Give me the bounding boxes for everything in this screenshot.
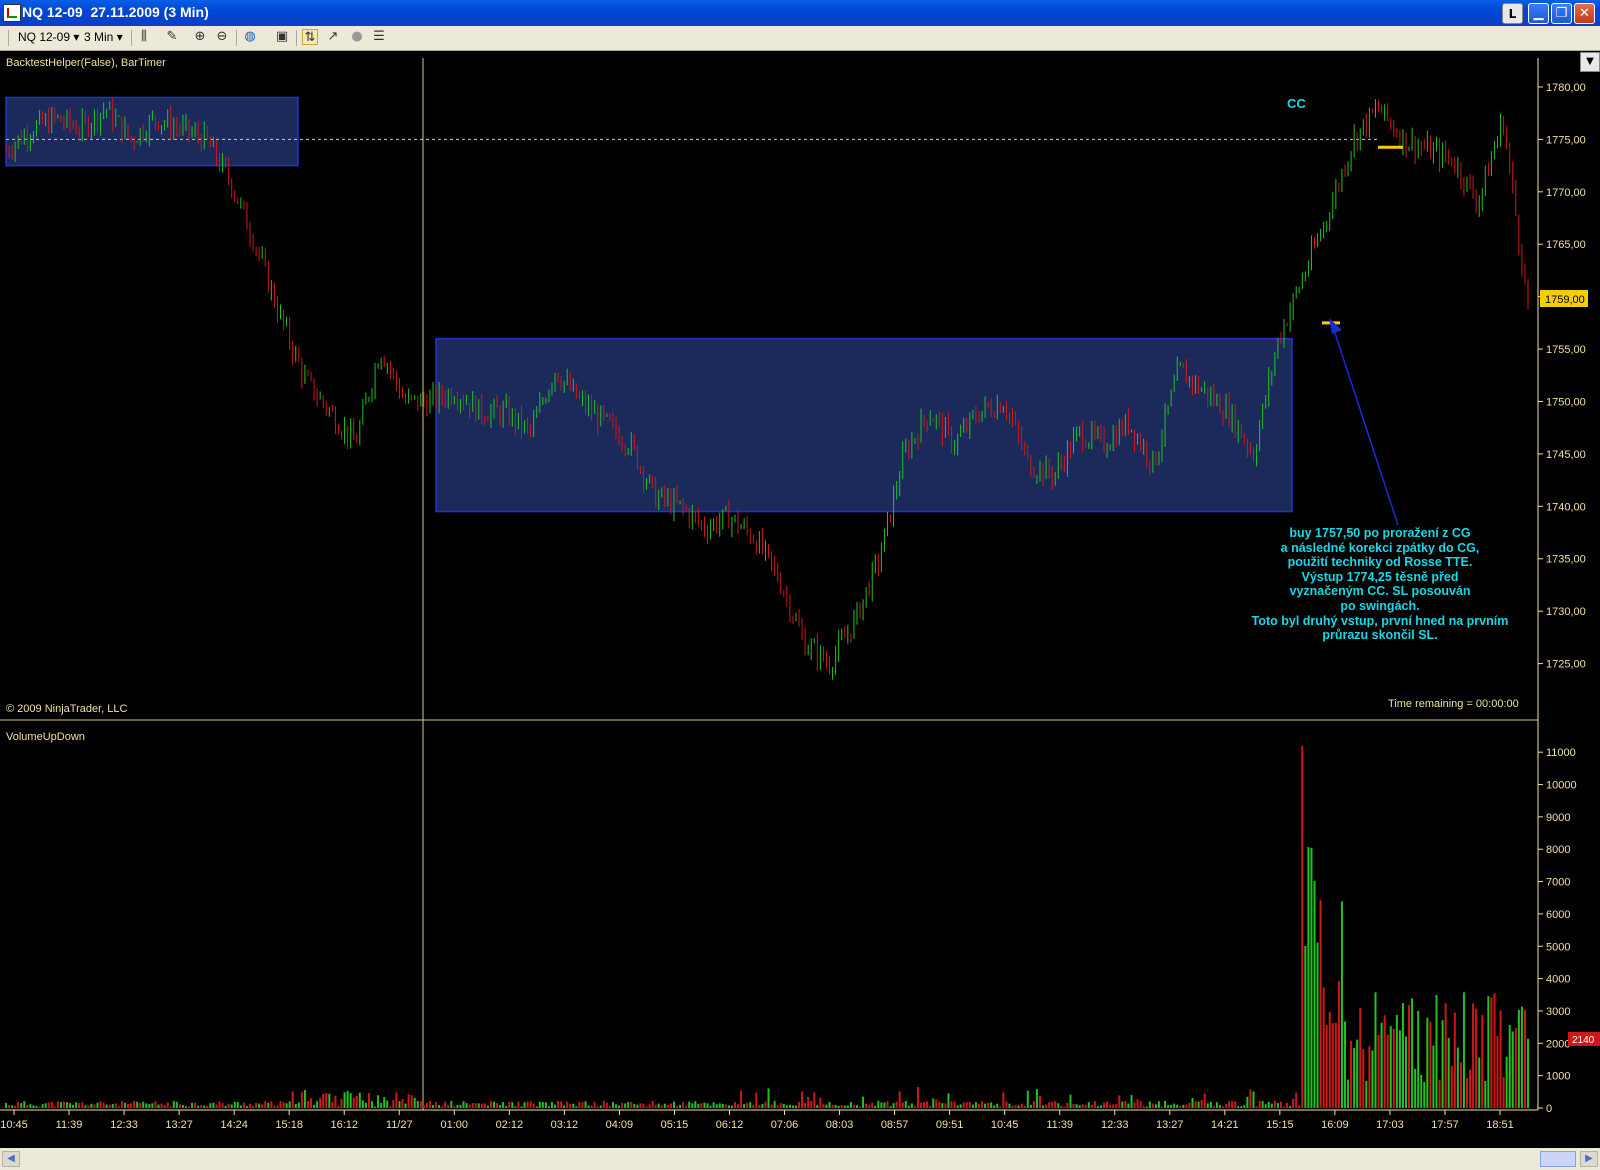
- time-tick-label: 10:45: [991, 1119, 1019, 1131]
- time-tick-label: 04:09: [606, 1119, 634, 1131]
- time-tick-label: 09:51: [936, 1119, 964, 1131]
- trade-note-line: průrazu skončil SL.: [1322, 628, 1438, 643]
- volume-tick-label: 9000: [1546, 812, 1570, 824]
- time-tick-label: 18:51: [1486, 1119, 1514, 1131]
- time-remaining: Time remaining = 00:00:00: [1388, 698, 1519, 710]
- price-tick-label: 1780,00: [1546, 82, 1586, 94]
- time-tick-label: 11/27: [386, 1119, 413, 1131]
- time-tick-label: 01:00: [441, 1119, 469, 1131]
- price-tick-label: 1770,00: [1546, 187, 1586, 199]
- volume-tick-label: 0: [1546, 1103, 1552, 1115]
- annotation-arrowhead: [1329, 318, 1342, 334]
- volume-tick-label: 11000: [1546, 747, 1576, 759]
- volume-tick-label: 1000: [1546, 1071, 1570, 1083]
- price-tick-label: 1745,00: [1546, 449, 1586, 461]
- time-tick-label: 08:57: [881, 1119, 909, 1131]
- time-tick-label: 03:12: [551, 1119, 579, 1131]
- volume-tick-label: 2000: [1546, 1038, 1570, 1050]
- time-tick-label: 08:03: [826, 1119, 854, 1131]
- trade-note-line: použití techniky od Rosse TTE.: [1287, 555, 1473, 570]
- volume-tick-label: 6000: [1546, 909, 1570, 921]
- trade-note-line: vyznačeným CC. SL posouván: [1289, 584, 1471, 599]
- time-tick-label: 07:06: [771, 1119, 799, 1131]
- time-tick-label: 02:12: [496, 1119, 524, 1131]
- scroll-right-icon[interactable]: ▶: [1580, 1151, 1598, 1167]
- volume-tick-label: 7000: [1546, 877, 1570, 889]
- trade-note-line: Toto byl druhý vstup, první hned na prvn…: [1251, 613, 1509, 628]
- trade-note-line: Výstup 1774,25 těsně před: [1301, 569, 1459, 584]
- time-tick-label: 16:12: [330, 1119, 358, 1131]
- volume-tick-label: 4000: [1546, 974, 1570, 986]
- time-tick-label: 13:27: [1156, 1119, 1184, 1131]
- volume-bars: [5, 745, 1529, 1108]
- last-price-value: 1759,00: [1545, 294, 1585, 306]
- trade-note-line: a následné korekci zpátky do CG,: [1280, 540, 1480, 555]
- price-tick-label: 1750,00: [1546, 396, 1586, 408]
- time-tick-label: 11:39: [56, 1119, 83, 1131]
- time-tick-label: 13:27: [165, 1119, 193, 1131]
- price-tick-label: 1740,00: [1546, 501, 1586, 513]
- price-tick-label: 1735,00: [1546, 554, 1586, 566]
- volume-indicator-label: VolumeUpDown: [6, 731, 85, 743]
- price-tick-label: 1755,00: [1546, 344, 1586, 356]
- volume-tick-label: 5000: [1546, 941, 1570, 953]
- time-tick-label: 16:09: [1321, 1119, 1349, 1131]
- time-tick-label: 15:18: [275, 1119, 303, 1131]
- cc-label: CC: [1287, 96, 1306, 111]
- price-tick-label: 1725,00: [1546, 659, 1586, 671]
- trade-note-line: buy 1757,50 po proražení z CG: [1289, 526, 1471, 540]
- time-tick-label: 06:12: [716, 1119, 744, 1131]
- time-tick-label: 17:03: [1376, 1119, 1404, 1131]
- volume-panel: VolumeUpDown 110001000090008000700060005…: [5, 731, 1600, 1115]
- time-tick-label: 12:33: [1101, 1119, 1129, 1131]
- price-tick-label: 1775,00: [1546, 134, 1586, 146]
- time-tick-label: 11:39: [1046, 1119, 1073, 1131]
- scroll-thumb[interactable]: [1540, 1151, 1576, 1167]
- time-tick-label: 15:15: [1266, 1119, 1294, 1131]
- time-tick-label: 05:15: [661, 1119, 689, 1131]
- time-tick-label: 10:45: [0, 1119, 28, 1131]
- price-axis: 1780,001775,001770,001765,001760,001755,…: [1538, 82, 1586, 671]
- last-volume-value: 2140: [1572, 1035, 1595, 1046]
- time-tick-label: 14:21: [1211, 1119, 1239, 1131]
- volume-tick-label: 8000: [1546, 844, 1570, 856]
- volume-tick-label: 10000: [1546, 780, 1577, 792]
- copyright-text: © 2009 NinjaTrader, LLC: [6, 703, 127, 715]
- trade-note-line: po swingách.: [1340, 598, 1420, 613]
- price-indicator-label: BacktestHelper(False), BarTimer: [6, 57, 166, 69]
- trade-note: buy 1757,50 po proražení z CG a následné …: [1230, 526, 1530, 643]
- consolidation-box-2: [435, 337, 1293, 513]
- time-tick-label: 12:33: [110, 1119, 138, 1131]
- volume-tick-label: 3000: [1546, 1006, 1570, 1018]
- scroll-left-icon[interactable]: ◀: [2, 1151, 20, 1167]
- time-tick-label: 14:24: [220, 1119, 248, 1131]
- time-axis: 10:45 11:39 12:33 13:27 14:24 15:18 16:12 11/27…: [0, 1110, 1514, 1131]
- consolidation-box-1: [5, 96, 299, 167]
- price-tick-label: 1730,00: [1546, 606, 1586, 618]
- volume-axis: 1100010000900080007000600050004000300020…: [1538, 747, 1577, 1115]
- time-tick-label: 17:57: [1431, 1119, 1459, 1131]
- annotation-arrow: [1332, 326, 1399, 526]
- horizontal-scrollbar[interactable]: ◀ ▶: [0, 1148, 1600, 1170]
- price-tick-label: 1765,00: [1546, 239, 1586, 251]
